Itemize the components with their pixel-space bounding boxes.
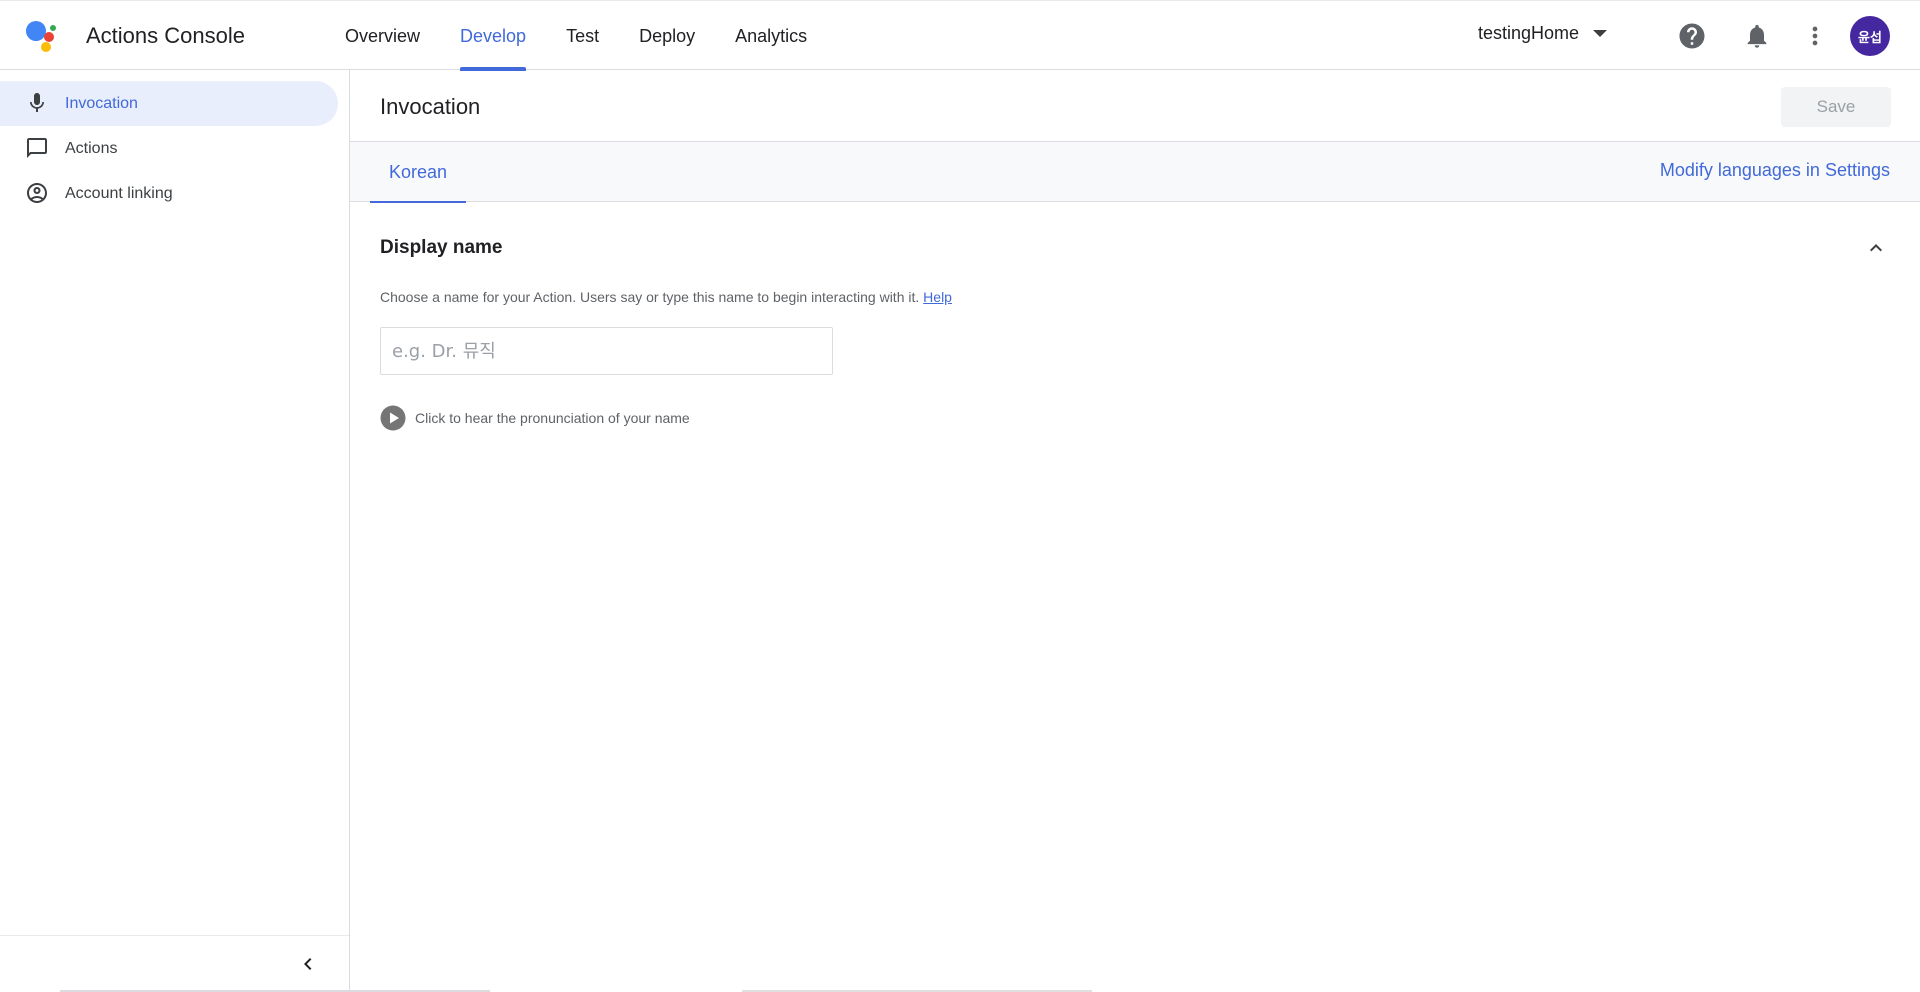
tab-test[interactable]: Test (546, 1, 619, 71)
save-button[interactable]: Save (1781, 87, 1891, 127)
tab-analytics[interactable]: Analytics (715, 1, 827, 71)
page-title: Invocation (380, 94, 481, 119)
sidebar-item-account-linking[interactable]: Account linking (0, 171, 338, 216)
chevron-left-icon[interactable] (296, 952, 320, 976)
help-link[interactable]: Help (923, 289, 952, 305)
description-text: Choose a name for your Action. Users say… (380, 289, 920, 305)
chevron-up-icon[interactable] (1864, 236, 1888, 260)
main-content: Invocation Save Korean Modify languages … (350, 70, 1920, 992)
sidebar: Invocation Actions Account linking (0, 70, 490, 992)
pronunciation-row: Click to hear the pronunciation of your … (380, 405, 690, 431)
page-header: Invocation Save (350, 70, 1920, 142)
play-circle-icon[interactable] (380, 405, 406, 431)
more-vert-icon[interactable] (1799, 20, 1831, 52)
google-assistant-logo-icon (26, 21, 56, 52)
display-name-input[interactable] (380, 327, 833, 375)
sidebar-item-label: Invocation (65, 94, 138, 112)
dropdown-caret-icon (1593, 30, 1608, 37)
sidebar-item-invocation[interactable]: Invocation (0, 81, 338, 126)
mic-icon (30, 93, 44, 112)
language-tab-bar: Korean Modify languages in Settings (350, 142, 1920, 203)
sidebar-item-actions[interactable]: Actions (0, 126, 338, 171)
modify-languages-link[interactable]: Modify languages in Settings (1660, 160, 1890, 181)
tab-korean[interactable]: Korean (370, 142, 466, 203)
top-nav-tabs: Overview Develop Test Deploy Analytics (325, 1, 827, 71)
tab-overview[interactable]: Overview (325, 1, 440, 71)
avatar[interactable]: 윤섭 (1850, 16, 1890, 56)
account-circle-icon (27, 183, 47, 203)
section-description: Choose a name for your Action. Users say… (380, 289, 952, 305)
sidebar-item-label: Account linking (65, 184, 173, 202)
tab-deploy[interactable]: Deploy (619, 1, 715, 71)
top-app-bar: Actions Console Overview Develop Test De… (0, 0, 1920, 71)
tab-develop[interactable]: Develop (440, 1, 546, 71)
pronunciation-text: Click to hear the pronunciation of your … (415, 410, 690, 426)
notifications-bell-icon[interactable] (1741, 20, 1773, 52)
project-name: testingHome (1478, 23, 1580, 43)
app-title: Actions Console (86, 23, 245, 48)
chat-bubble-icon (27, 138, 47, 158)
help-icon[interactable] (1676, 20, 1708, 52)
project-selector[interactable]: testingHome (1478, 23, 1608, 44)
sidebar-item-label: Actions (65, 139, 118, 157)
section-title: Display name (380, 237, 503, 258)
sidebar-footer (0, 935, 349, 992)
